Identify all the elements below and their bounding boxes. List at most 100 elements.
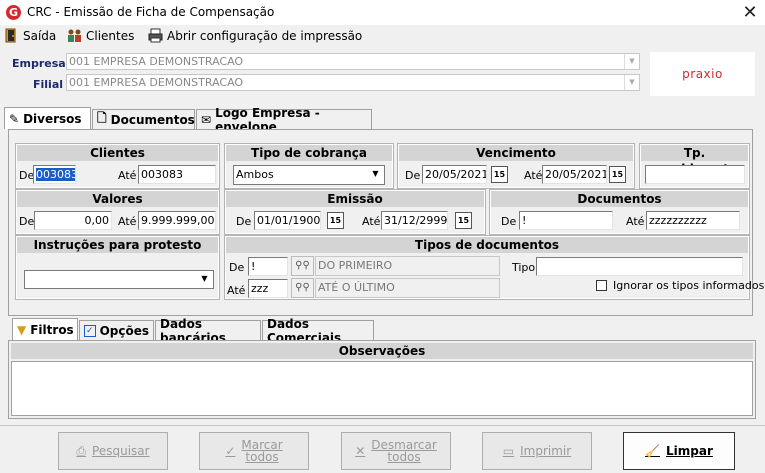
menu-abrir-config-label: Abrir configuração de impressão (167, 28, 363, 43)
chevron-down-icon: ▼ (196, 271, 213, 288)
chevron-down-icon: ▼ (367, 166, 384, 183)
clientes-title: Clientes (17, 145, 218, 161)
valores-de-input[interactable]: 0,00 (34, 211, 112, 230)
instrucoes-group: Instruções para protesto (15, 235, 220, 300)
binoculars-icon[interactable]: ⚲⚲ (291, 278, 314, 298)
empresa-select[interactable]: 001 EMPRESA DEMONSTRACAO ▼ (66, 53, 640, 70)
instrucoes-title: Instruções para protesto (17, 237, 218, 253)
tipos-ate-label: Até (227, 284, 246, 297)
app-icon: G (6, 5, 21, 20)
clientes-de-input[interactable]: 003083 (33, 165, 76, 184)
chevron-down-icon: ▼ (624, 75, 639, 90)
bottom-tabs: ▼ Filtros ✓ Opções Dados bancários Dados… (12, 317, 752, 345)
pesquisar-label: Pesquisar (92, 444, 150, 458)
filter-icon: ▼ (17, 322, 27, 337)
calendar-icon[interactable]: 15 (609, 166, 626, 183)
tipos-ate-desc: ATÉ O ÚLTIMO (315, 278, 500, 298)
documentos-title: Documentos (491, 191, 748, 207)
documentos-ate-label: Até (626, 215, 645, 228)
desmarcar-todos-label: Desmarcar todos (371, 439, 436, 463)
menu-saida[interactable]: Saída (4, 25, 56, 46)
imprimir-button[interactable]: ▭ Imprimir (482, 432, 592, 470)
documentos-ate-input[interactable]: zzzzzzzzzz (646, 211, 740, 230)
tipo-input[interactable] (536, 257, 743, 276)
tab-documentos-label: Documentos (110, 112, 195, 127)
limpar-button[interactable]: 🧹 Limpar (623, 432, 735, 470)
printer-icon (148, 28, 163, 43)
tab-documentos[interactable]: 🗋 Documentos (92, 109, 195, 129)
vencimento-ate-input[interactable]: 20/05/2021 (542, 165, 607, 184)
ignorar-label: Ignorar os tipos informados (613, 279, 765, 292)
vencimento-ate-label: Até (524, 169, 543, 182)
tipo-cobranca-select[interactable]: Ambos ▼ (233, 165, 385, 185)
ignorar-checkbox[interactable] (596, 280, 607, 291)
vencimento-de-input[interactable]: 20/05/2021 (422, 165, 487, 184)
observacoes-panel: Observações (8, 340, 756, 419)
clientes-ate-input[interactable]: 003083 (138, 165, 216, 184)
desmarcar-todos-button[interactable]: ✕ Desmarcar todos (341, 432, 451, 470)
exit-door-icon (4, 28, 19, 43)
tab-opcoes[interactable]: ✓ Opções (79, 320, 154, 340)
valores-de-label: De (19, 215, 35, 228)
calendar-icon[interactable]: 15 (491, 166, 508, 183)
emissao-ate-label: Até (362, 215, 381, 228)
printer-preview-icon: ⎙ (76, 443, 87, 458)
marcar-label-line2: todos (245, 450, 279, 464)
title-bar: G CRC - Emissão de Ficha de Compensação … (0, 0, 765, 25)
valores-ate-input[interactable]: 9.999.999,00 (138, 211, 216, 230)
broom-icon: 🧹 (645, 444, 661, 458)
tab-logo-empresa[interactable]: ✉ Logo Empresa - envelope (196, 106, 372, 134)
emissao-de-input[interactable]: 01/01/1900 (254, 211, 321, 230)
tipo-cobranca-value: Ambos (236, 168, 274, 181)
observacoes-title: Observações (11, 343, 753, 359)
monitor-icon: ▭ (502, 444, 515, 458)
empresa-label: Empresa (12, 57, 66, 70)
tipos-de-input[interactable]: ! (248, 257, 288, 276)
tipos-de-label: De (229, 261, 245, 274)
envelope-icon: ✉ (201, 112, 212, 127)
tipos-ate-input[interactable]: zzz (248, 279, 288, 298)
menu-bar: Saída Clientes Abrir configuração de imp… (0, 25, 765, 46)
valores-title: Valores (17, 191, 218, 207)
marcar-todos-label: Marcar todos (241, 439, 282, 463)
document-icon: 🗋 (97, 111, 107, 125)
desmarcar-label-line2: todos (387, 450, 421, 464)
company-logo: praxio (650, 52, 755, 96)
x-icon: ✕ (355, 444, 366, 458)
limpar-label: Limpar (666, 444, 713, 458)
calendar-icon[interactable]: 15 (327, 212, 344, 229)
documentos-de-label: De (501, 215, 517, 228)
tab-diversos-label: Diversos (23, 111, 82, 126)
tab-filtros[interactable]: ▼ Filtros (12, 318, 78, 340)
vencimento-de-label: De (405, 169, 421, 182)
menu-saida-label: Saída (23, 28, 57, 43)
emissao-title: Emissão (226, 191, 484, 207)
users-icon (67, 28, 82, 43)
filial-label: Filial (33, 78, 64, 91)
documentos-de-input[interactable]: ! (519, 211, 613, 230)
emissao-ate-input[interactable]: 31/12/2999 (381, 211, 448, 230)
valores-ate-label: Até (118, 215, 137, 228)
window-title: CRC - Emissão de Ficha de Compensação (27, 5, 275, 19)
binoculars-icon[interactable]: ⚲⚲ (291, 256, 314, 276)
checkbox-icon: ✓ (84, 324, 96, 337)
chevron-down-icon: ▼ (624, 54, 639, 69)
instrucoes-select[interactable]: ▼ (24, 270, 214, 289)
check-icon: ✓ (225, 444, 236, 458)
menu-clientes[interactable]: Clientes (67, 25, 134, 46)
tab-dados-bancarios[interactable]: Dados bancários (155, 317, 261, 345)
tipos-de-desc: DO PRIMEIRO (315, 256, 500, 276)
calendar-icon[interactable]: 15 (455, 212, 472, 229)
filial-select[interactable]: 001 EMPRESA DEMONSTRACAO ▼ (66, 74, 640, 91)
tab-filtros-label: Filtros (30, 322, 74, 337)
marcar-todos-button[interactable]: ✓ Marcar todos (199, 432, 309, 470)
observacoes-textarea[interactable] (11, 361, 753, 416)
tp-recebimento-input[interactable] (645, 165, 745, 184)
tab-dados-comerciais[interactable]: Dados Comerciais (262, 317, 374, 345)
close-button[interactable]: ✕ (735, 0, 765, 25)
empresa-value: 001 EMPRESA DEMONSTRACAO (69, 55, 244, 68)
pesquisar-button[interactable]: ⎙ Pesquisar (58, 432, 168, 470)
tab-diversos[interactable]: ✎ Diversos (4, 107, 91, 129)
menu-abrir-config[interactable]: Abrir configuração de impressão (148, 25, 362, 46)
tipo-cobranca-title: Tipo de cobrança (226, 145, 392, 161)
